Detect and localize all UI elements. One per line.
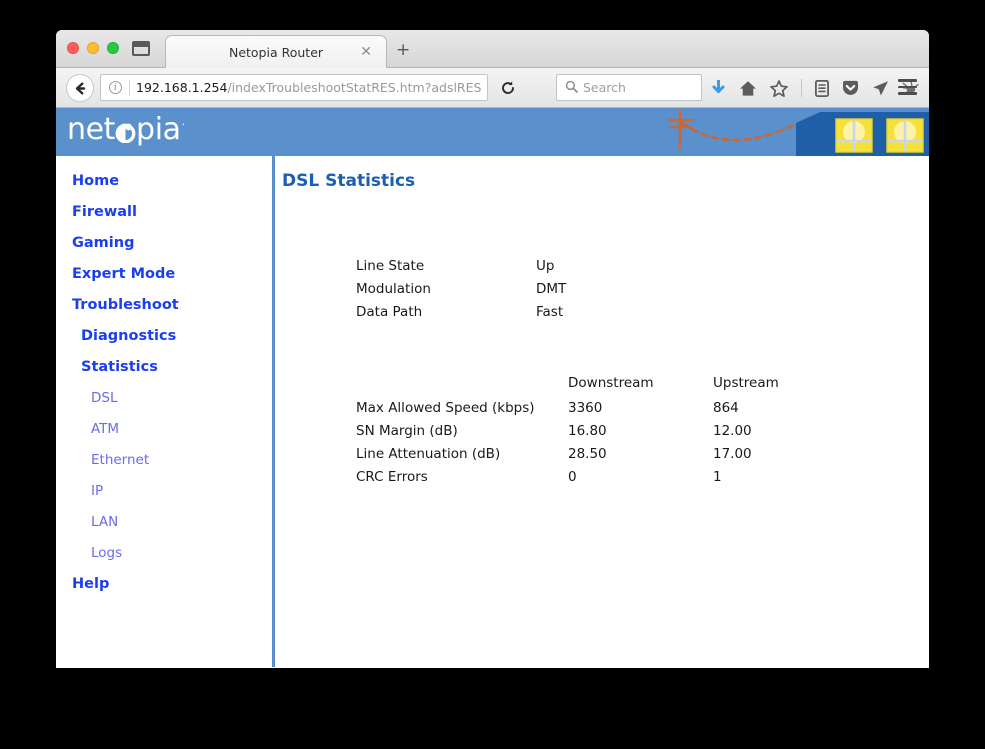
dashed-signal-line-icon [680, 121, 796, 142]
window-controls [67, 42, 119, 54]
sidebar-item-logs[interactable]: Logs [56, 538, 272, 569]
metric-label: Line Attenuation (dB) [356, 445, 501, 462]
sidebar-item-diagnostics[interactable]: Diagnostics [56, 321, 272, 352]
sidebar-item-home[interactable]: Home [56, 166, 272, 197]
url-path: /indexTroubleshootStatRES.htm?adslRES [227, 80, 482, 95]
sidebar-item-firewall[interactable]: Firewall [56, 197, 272, 228]
status-value: DMT [536, 280, 567, 297]
download-icon[interactable] [711, 79, 726, 97]
downstream-value: 28.50 [568, 445, 607, 462]
hamburger-menu-icon[interactable] [898, 79, 917, 95]
upstream-value: 17.00 [713, 445, 752, 462]
plus-icon[interactable]: + [396, 42, 410, 59]
page-body: Home Firewall Gaming Expert Mode Troubleshoo… [56, 156, 929, 667]
search-icon [565, 78, 578, 97]
table-row: CRC Errors 0 1 [356, 465, 858, 488]
status-label: Data Path [356, 303, 423, 320]
banner-artwork [667, 110, 929, 156]
upstream-value: 1 [713, 468, 722, 485]
lit-window-icon-2 [886, 118, 924, 153]
status-label: Line State [356, 257, 425, 274]
upstream-value: 864 [713, 399, 739, 416]
page-title: DSL Statistics [282, 171, 416, 191]
table-row: SN Margin (dB) 16.80 12.00 [356, 419, 858, 442]
search-input[interactable]: Search [556, 74, 702, 101]
toolbar-divider [801, 79, 802, 97]
column-header [356, 370, 568, 396]
sidebar-toggle-icon[interactable] [132, 41, 150, 56]
library-icon[interactable] [815, 79, 829, 97]
url-host: 192.168.1.254 [136, 80, 228, 95]
sidebar-item-atm[interactable]: ATM [56, 414, 272, 445]
sidebar-item-ethernet[interactable]: Ethernet [56, 445, 272, 476]
metric-label: CRC Errors [356, 468, 428, 485]
status-value: Up [536, 257, 555, 274]
sidebar-item-troubleshoot[interactable]: Troubleshoot [56, 290, 272, 321]
sidebar-item-gaming[interactable]: Gaming [56, 228, 272, 259]
url-text: 192.168.1.254/indexTroubleshootStatRES.h… [130, 80, 487, 95]
toolbar-icon-group [711, 68, 929, 108]
utility-pole-icon [667, 110, 694, 150]
sidebar-item-ip[interactable]: IP [56, 476, 272, 507]
tab-strip: Netopia Router ✕ + [56, 30, 929, 68]
downstream-value: 0 [568, 468, 577, 485]
info-icon[interactable]: i [109, 81, 122, 94]
router-page: net pia. Home Firewall Gaming Expert Mod… [56, 108, 929, 667]
status-value: Fast [536, 303, 564, 320]
send-tab-icon[interactable] [872, 80, 889, 97]
upstream-value: 12.00 [713, 422, 752, 439]
table-row: Line Attenuation (dB) 28.50 17.00 [356, 442, 858, 465]
search-placeholder: Search [583, 80, 626, 95]
logo-o-glyph [115, 112, 136, 147]
sidebar-item-statistics[interactable]: Statistics [56, 352, 272, 383]
metric-label: Max Allowed Speed (kbps) [356, 399, 535, 416]
logo-text-before: net [67, 112, 116, 147]
sidebar-item-help[interactable]: Help [56, 569, 272, 600]
logo-text-after: pia [136, 112, 181, 147]
sidebar-navigation: Home Firewall Gaming Expert Mode Troubleshoo… [56, 156, 272, 667]
close-button[interactable] [67, 42, 79, 54]
home-icon[interactable] [739, 80, 757, 97]
tab-netopia-router[interactable]: Netopia Router ✕ [165, 35, 387, 68]
table-header-row: Downstream Upstream [356, 370, 858, 396]
logo-registered-mark: . [181, 115, 186, 128]
table-row: Line State Up [356, 254, 566, 277]
metric-label: SN Margin (dB) [356, 422, 458, 439]
downstream-value: 3360 [568, 399, 603, 416]
line-statistics-table: Downstream Upstream Max Allowed Speed (kbp… [356, 370, 858, 488]
table-row: Max Allowed Speed (kbps) 3360 864 [356, 396, 858, 419]
lit-window-icon [835, 118, 873, 153]
maximize-button[interactable] [107, 42, 119, 54]
minimize-button[interactable] [87, 42, 99, 54]
close-icon[interactable]: ✕ [360, 45, 372, 59]
reload-icon[interactable] [494, 74, 522, 101]
sidebar-item-lan[interactable]: LAN [56, 507, 272, 538]
url-bar[interactable]: i 192.168.1.254/indexTroubleshootStatRES… [100, 74, 488, 101]
navigation-toolbar: i 192.168.1.254/indexTroubleshootStatRES… [56, 68, 929, 108]
main-content: DSL Statistics Line State Up Modulation DMT… [275, 156, 929, 667]
pocket-icon[interactable] [842, 80, 859, 97]
netopia-banner: net pia. [56, 108, 929, 156]
sidebar-item-expert-mode[interactable]: Expert Mode [56, 259, 272, 290]
column-header: Upstream [713, 375, 779, 391]
table-row: Data Path Fast [356, 300, 566, 323]
browser-window: Netopia Router ✕ + i 192.168.1.254/index… [56, 30, 929, 668]
back-arrow-icon[interactable] [66, 74, 94, 102]
sidebar-item-dsl[interactable]: DSL [56, 383, 272, 414]
status-label: Modulation [356, 280, 431, 297]
downstream-value: 16.80 [568, 422, 607, 439]
basic-status-table: Line State Up Modulation DMT Data Path Fast [356, 254, 566, 323]
column-header: Downstream [568, 375, 654, 391]
table-row: Modulation DMT [356, 277, 566, 300]
tab-title: Netopia Router [228, 44, 324, 60]
star-bookmark-icon[interactable] [770, 79, 788, 97]
netopia-logo: net pia. [67, 112, 185, 147]
